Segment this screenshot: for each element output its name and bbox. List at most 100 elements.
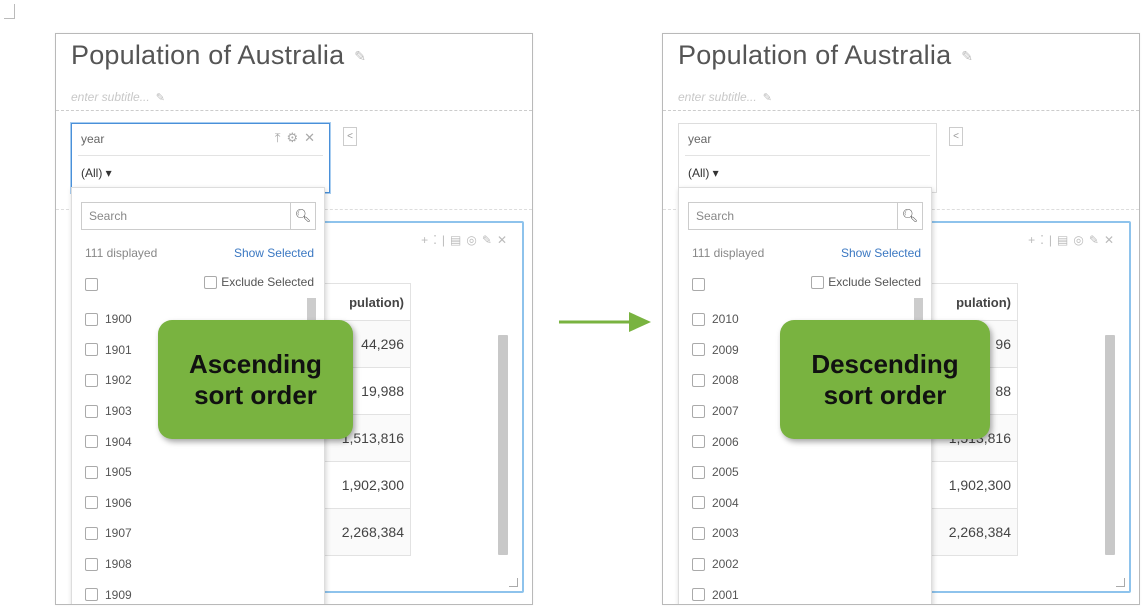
list-item[interactable]: 1903 [85, 396, 132, 427]
pencil-icon[interactable]: ✎ [156, 91, 165, 104]
displayed-count: 111 displayed [85, 246, 158, 260]
dashboard-title[interactable]: Population of Australia ✎ [71, 40, 366, 71]
list-item[interactable]: 1902 [85, 365, 132, 396]
checkbox[interactable] [692, 278, 705, 292]
checkbox[interactable] [85, 278, 98, 292]
list-item[interactable]: 2002 [692, 549, 739, 580]
info-icon[interactable]: ◎ [1073, 233, 1088, 247]
list-item[interactable]: 2003 [692, 518, 739, 549]
checkbox[interactable] [811, 276, 825, 290]
pencil-icon[interactable]: ✎ [1089, 233, 1104, 247]
pencil-icon[interactable]: ✎ [961, 48, 973, 65]
checkbox[interactable] [692, 312, 705, 326]
list-item[interactable]: 2007 [692, 396, 739, 427]
dashboard-title-text: Population of Australia [678, 40, 952, 70]
resize-handle[interactable] [509, 578, 518, 587]
checkbox[interactable] [85, 312, 98, 326]
checkbox[interactable] [692, 496, 705, 510]
list-item[interactable]: 2004 [692, 488, 739, 519]
checkbox[interactable] [85, 526, 98, 540]
close-icon[interactable]: ✕ [304, 130, 321, 145]
year-label: 2008 [712, 373, 739, 388]
checkbox[interactable] [692, 343, 705, 357]
checkbox[interactable] [85, 465, 98, 479]
checkbox[interactable] [85, 588, 98, 602]
dashboard-panel-descending: Population of Australia ✎ enter subtitle.… [662, 33, 1140, 605]
checkbox[interactable] [85, 435, 98, 449]
checkbox[interactable] [85, 496, 98, 510]
table-icon[interactable]: ▤ [1057, 233, 1073, 247]
gear-icon[interactable]: ⚙ [286, 130, 304, 145]
filter-value-select[interactable]: (All) ▾ [81, 166, 112, 180]
list-item[interactable]: 2001 [692, 579, 739, 604]
add-icon[interactable]: +⁚ [421, 233, 442, 247]
search-icon[interactable]: 🔍︎ [897, 203, 922, 229]
search-input[interactable]: Search 🔍︎ [81, 202, 316, 230]
list-item[interactable]: 2008 [692, 365, 739, 396]
resize-handle[interactable] [1116, 578, 1125, 587]
pencil-icon[interactable]: ✎ [482, 233, 497, 247]
subtitle-placeholder: enter subtitle... [71, 90, 150, 104]
year-list: 1900 1901 1902 1903 1904 1905 1906 1907 … [85, 304, 132, 604]
list-item[interactable]: 1900 [85, 304, 132, 335]
list-item[interactable]: 1907 [85, 518, 132, 549]
checkbox[interactable] [204, 276, 218, 290]
checkbox[interactable] [85, 373, 98, 387]
checkbox[interactable] [692, 588, 705, 602]
show-selected-link[interactable]: Show Selected [234, 246, 314, 260]
checkbox[interactable] [692, 557, 705, 571]
list-item[interactable]: 1905 [85, 457, 132, 488]
checkbox[interactable] [85, 404, 98, 418]
visual-scrollbar[interactable] [498, 335, 508, 555]
add-icon[interactable]: +⁚ [1028, 233, 1049, 247]
year-filter[interactable]: year (All) ▾ [678, 123, 937, 193]
select-all-checkbox[interactable] [692, 276, 705, 294]
filter-value-select[interactable]: (All) ▾ [688, 166, 719, 180]
exclude-selected-option[interactable]: Exclude Selected [204, 275, 314, 290]
list-item[interactable]: 1904 [85, 426, 132, 457]
search-placeholder: Search [696, 209, 735, 223]
export-icon[interactable]: ⤒ [275, 130, 287, 145]
year-label: 2010 [712, 312, 739, 327]
separator: | [1048, 233, 1058, 247]
collapse-filters-button[interactable]: < [949, 127, 963, 146]
checkbox[interactable] [692, 526, 705, 540]
dashboard-subtitle[interactable]: enter subtitle... ✎ [71, 90, 165, 104]
close-icon[interactable]: ✕ [1104, 233, 1119, 247]
table-icon[interactable]: ▤ [450, 233, 466, 247]
checkbox[interactable] [85, 343, 98, 357]
checkbox[interactable] [692, 465, 705, 479]
select-all-checkbox[interactable] [85, 276, 98, 294]
checkbox[interactable] [692, 404, 705, 418]
exclude-selected-option[interactable]: Exclude Selected [811, 275, 921, 290]
info-icon[interactable]: ◎ [466, 233, 481, 247]
dashboard-title[interactable]: Population of Australia ✎ [678, 40, 973, 71]
checkbox[interactable] [692, 373, 705, 387]
close-icon[interactable]: ✕ [497, 233, 512, 247]
year-filter[interactable]: year ⤒⚙✕ (All) ▾ [71, 123, 330, 193]
checkbox[interactable] [85, 557, 98, 571]
year-label: 1903 [105, 404, 132, 419]
list-item[interactable]: 1901 [85, 335, 132, 366]
checkbox[interactable] [692, 435, 705, 449]
list-item[interactable]: 2006 [692, 426, 739, 457]
list-item[interactable]: 1909 [85, 579, 132, 604]
year-label: 1904 [105, 434, 132, 449]
list-item[interactable]: 2005 [692, 457, 739, 488]
collapse-filters-button[interactable]: < [343, 127, 357, 146]
visual-tools: +⁚|▤◎✎✕ [1028, 233, 1119, 247]
show-selected-link[interactable]: Show Selected [841, 246, 921, 260]
pencil-icon[interactable]: ✎ [763, 91, 772, 104]
list-item[interactable]: 1906 [85, 488, 132, 519]
year-label: 1909 [105, 587, 132, 602]
list-item[interactable]: 2010 [692, 304, 739, 335]
search-icon[interactable]: 🔍︎ [290, 203, 315, 229]
pencil-icon[interactable]: ✎ [354, 48, 366, 65]
search-input[interactable]: Search 🔍︎ [688, 202, 923, 230]
dashboard-subtitle[interactable]: enter subtitle... ✎ [678, 90, 772, 104]
list-item[interactable]: 1908 [85, 549, 132, 580]
list-item[interactable]: 2009 [692, 335, 739, 366]
visual-scrollbar[interactable] [1105, 335, 1115, 555]
search-placeholder: Search [89, 209, 128, 223]
exclude-selected-label: Exclude Selected [221, 275, 314, 289]
